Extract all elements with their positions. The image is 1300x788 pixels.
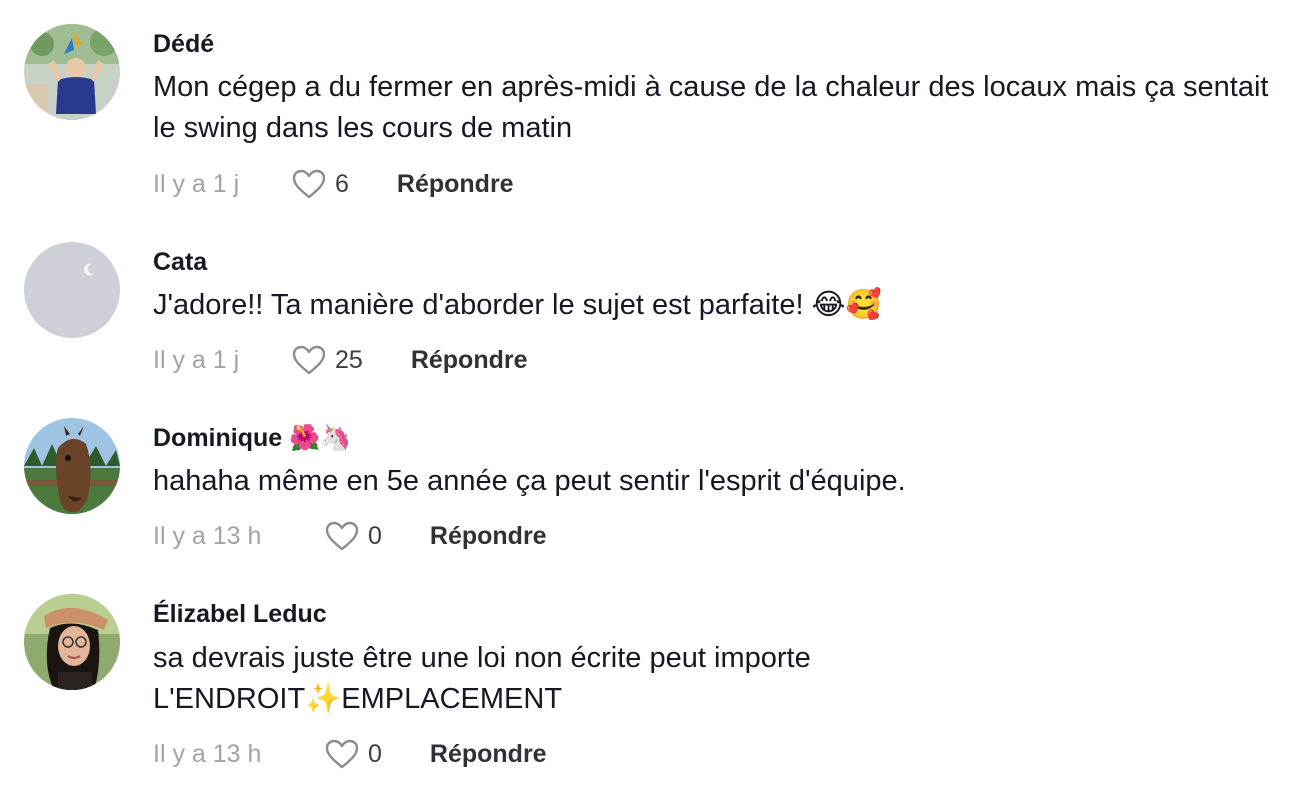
heart-outline-icon[interactable] xyxy=(291,344,327,376)
comment-username[interactable]: Dédé xyxy=(153,30,214,59)
heart-outline-icon[interactable] xyxy=(324,738,360,770)
comment-username[interactable]: Élizabel Leduc xyxy=(153,600,327,629)
comment-time: Il y a 13 h xyxy=(153,521,262,550)
reply-button[interactable]: Répondre xyxy=(430,740,547,769)
reply-button[interactable]: Répondre xyxy=(430,522,547,551)
like-button[interactable]: 25 xyxy=(291,344,363,376)
comment-meta: Il y a 1 j 6 Répondre xyxy=(153,164,514,204)
comment-meta: Il y a 13 h 0 Répondre xyxy=(153,516,547,556)
comment-time: Il y a 1 j xyxy=(153,345,240,374)
like-button[interactable]: 0 xyxy=(324,738,382,770)
comment-time: Il y a 1 j xyxy=(153,169,240,198)
avatar[interactable] xyxy=(24,24,120,120)
comment-username[interactable]: Dominique 🌺🦄 xyxy=(153,424,351,453)
reply-button[interactable]: Répondre xyxy=(397,170,514,199)
avatar[interactable] xyxy=(24,594,120,690)
comment-text: Mon cégep a du fermer en après-midi à ca… xyxy=(153,71,1269,144)
comment-text: J'adore!! Ta manière d'aborder le sujet … xyxy=(153,289,882,321)
comment-text: sa devrais juste être une loi non écrite… xyxy=(153,642,811,715)
heart-outline-icon[interactable] xyxy=(291,168,327,200)
comment-time: Il y a 13 h xyxy=(153,739,262,768)
heart-outline-icon[interactable] xyxy=(324,520,360,552)
avatar[interactable] xyxy=(24,418,120,514)
comment-meta: Il y a 13 h 0 Répondre xyxy=(153,734,547,774)
comment-meta: Il y a 1 j 25 Répondre xyxy=(153,340,528,380)
comment-username[interactable]: Cata xyxy=(153,248,207,277)
like-button[interactable]: 6 xyxy=(291,168,349,200)
like-count: 6 xyxy=(335,169,349,198)
like-button[interactable]: 0 xyxy=(324,520,382,552)
avatar[interactable] xyxy=(24,242,120,338)
like-count: 0 xyxy=(368,739,382,768)
like-count: 0 xyxy=(368,521,382,550)
reply-button[interactable]: Répondre xyxy=(411,346,528,375)
like-count: 25 xyxy=(335,345,363,374)
comment-text: hahaha même en 5e année ça peut sentir l… xyxy=(153,465,906,497)
